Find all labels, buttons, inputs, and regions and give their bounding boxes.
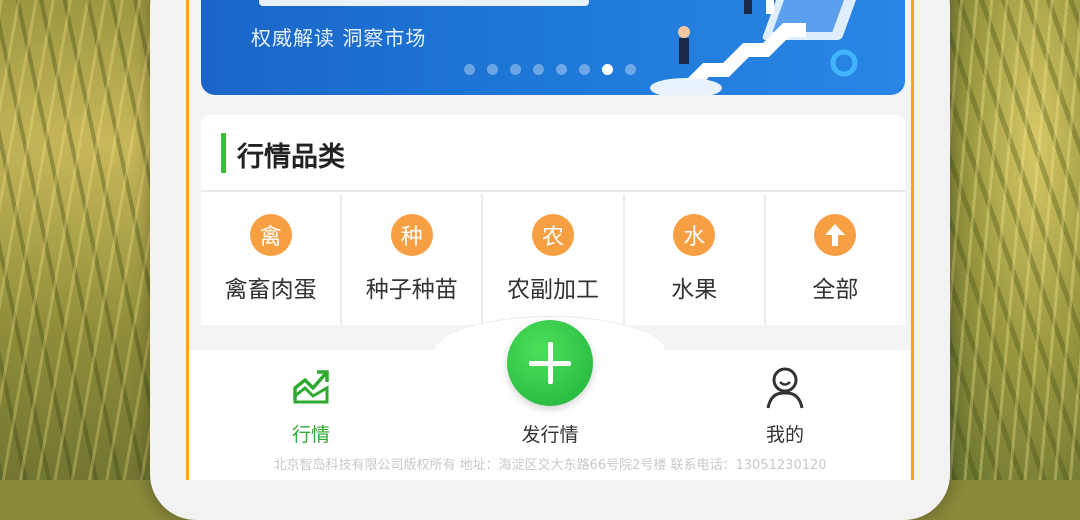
up-arrow-icon [814, 214, 857, 256]
category-item-processing[interactable]: 农 农副加工 [483, 194, 625, 325]
category-label: 农副加工 [507, 277, 599, 303]
category-label: 全部 [812, 277, 859, 303]
carousel-dot[interactable] [579, 64, 590, 75]
carousel-dot[interactable] [464, 64, 475, 75]
category-label: 种子种苗 [365, 277, 458, 303]
tab-publish-label: 发行情 [521, 424, 579, 446]
carousel-dot[interactable] [487, 64, 498, 75]
app-screen: 权威解读 洞察市场 行情品类 禽 禽畜肉蛋 种 种子种苗 农 农副加工 水 水果… [186, 0, 914, 480]
footer-copyright: 北京智岛科技有限公司版权所有 地址：海淀区交大东路66号院2号楼 联系电话：13… [273, 458, 827, 473]
category-label: 禽畜肉蛋 [224, 277, 317, 303]
section-title: 行情品类 [237, 142, 345, 173]
carousel-dot[interactable] [533, 64, 544, 75]
carousel-dot-active[interactable] [602, 64, 613, 75]
fruit-icon: 水 [673, 214, 716, 256]
category-item-all[interactable]: 全部 [766, 194, 905, 325]
carousel-dots [464, 64, 636, 75]
category-grid: 禽 禽畜肉蛋 种 种子种苗 农 农副加工 水 水果 全部 [201, 194, 905, 325]
banner-illustration [650, 0, 859, 95]
category-card: 行情品类 禽 禽畜肉蛋 种 种子种苗 农 农副加工 水 水果 全部 [201, 115, 905, 325]
category-item-fruit[interactable]: 水 水果 [625, 194, 766, 325]
tab-me-label: 我的 [765, 424, 804, 446]
user-icon [766, 367, 804, 409]
carousel-dot[interactable] [556, 64, 567, 75]
category-item-livestock[interactable]: 禽 禽畜肉蛋 [201, 194, 343, 325]
rice-field-background-right [930, 0, 1080, 480]
section-header: 行情品类 [201, 115, 905, 192]
category-item-seeds[interactable]: 种 种子种苗 [342, 194, 484, 325]
tab-me[interactable]: 我的 [705, 350, 865, 450]
carousel-dot[interactable] [625, 64, 636, 75]
banner-carousel[interactable]: 权威解读 洞察市场 [201, 0, 905, 95]
section-accent-bar [221, 133, 226, 173]
banner-title-partial [259, 0, 589, 6]
trend-chart-icon [293, 370, 329, 404]
livestock-icon: 禽 [249, 214, 292, 256]
tab-market[interactable]: 行情 [231, 350, 391, 450]
tab-market-label: 行情 [291, 424, 330, 446]
banner-subtitle: 权威解读 洞察市场 [251, 26, 427, 50]
publish-plus-button[interactable] [507, 320, 593, 406]
agriculture-icon: 农 [532, 214, 574, 256]
carousel-dot[interactable] [510, 64, 521, 75]
category-label: 水果 [671, 277, 718, 303]
seed-icon: 种 [390, 214, 433, 256]
